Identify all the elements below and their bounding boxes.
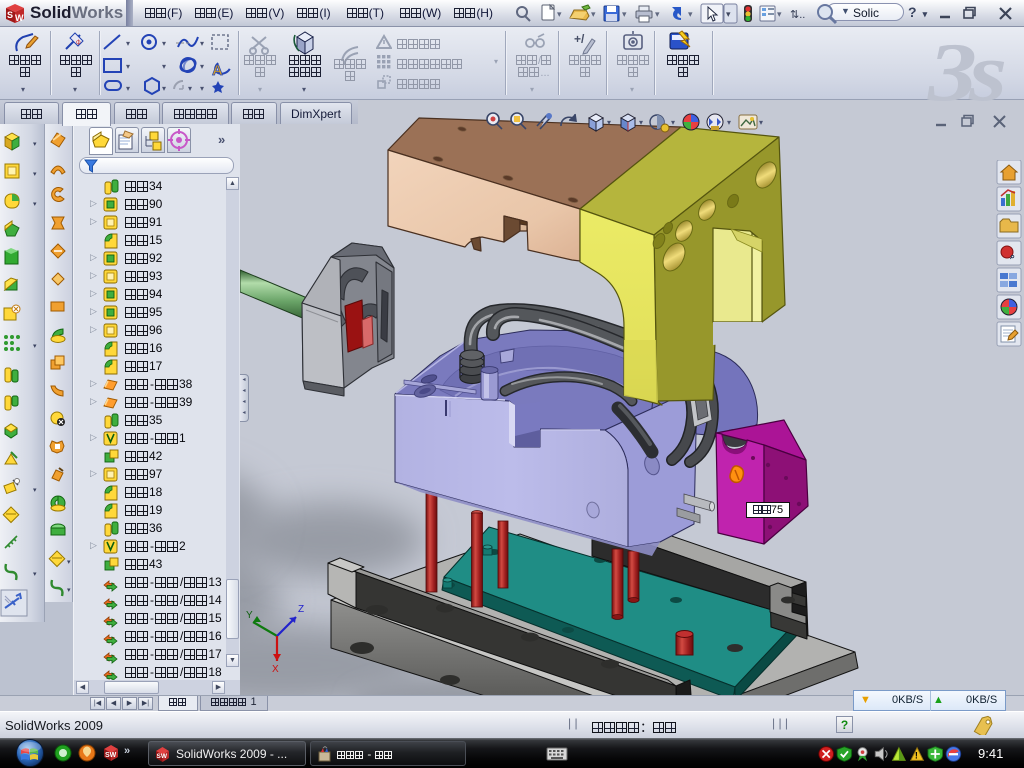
svg-text:▾: ▾ [591, 9, 596, 19]
svg-text:▾: ▾ [33, 571, 37, 578]
svg-text:▾: ▾ [33, 201, 37, 208]
svg-text:▾: ▾ [655, 9, 660, 19]
svg-text:▾: ▾ [33, 141, 37, 148]
svg-text:▾: ▾ [759, 118, 763, 127]
svg-text:▾: ▾ [777, 9, 782, 19]
svg-text:▾: ▾ [200, 84, 204, 93]
svg-text:S: S [7, 10, 13, 20]
svg-text:▾: ▾ [126, 39, 130, 48]
svg-text:»: » [124, 745, 130, 757]
svg-text:+/: +/ [574, 32, 585, 46]
svg-text:▾: ▾ [671, 118, 675, 127]
svg-text:⇅..: ⇅.. [790, 9, 805, 21]
svg-text:▾: ▾ [33, 487, 37, 494]
svg-text:SW: SW [105, 752, 117, 759]
svg-text:▾: ▾ [67, 587, 71, 594]
svg-text:▾: ▾ [557, 9, 562, 19]
svg-text:▾: ▾ [726, 9, 731, 19]
svg-text:W: W [15, 13, 24, 23]
svg-text:▾: ▾ [33, 343, 37, 350]
svg-text:Y: Y [246, 610, 253, 621]
svg-text:▾: ▾ [162, 39, 166, 48]
svg-text:▾: ▾ [162, 62, 166, 71]
svg-text:▾: ▾ [727, 118, 731, 127]
svg-text:▾: ▾ [622, 9, 627, 19]
svg-text:!: ! [915, 751, 918, 761]
svg-text:▾: ▾ [33, 171, 37, 178]
svg-text:▾: ▾ [607, 118, 611, 127]
svg-text:A: A [212, 62, 223, 79]
svg-text:▾: ▾ [126, 84, 130, 93]
svg-text:Z: Z [298, 604, 304, 615]
svg-text:SW: SW [157, 753, 168, 760]
svg-text:▾: ▾ [126, 62, 130, 71]
svg-text:▾: ▾ [688, 9, 693, 19]
svg-text:⌕: ⌕ [1009, 251, 1015, 261]
svg-text:▾: ▾ [200, 62, 204, 71]
svg-text:▾: ▾ [639, 118, 643, 127]
svg-text:▾: ▾ [200, 39, 204, 48]
svg-text:▾: ▾ [162, 84, 166, 93]
svg-text:X: X [272, 664, 279, 675]
svg-text:▾: ▾ [188, 84, 192, 93]
svg-text:▾: ▾ [67, 559, 71, 566]
